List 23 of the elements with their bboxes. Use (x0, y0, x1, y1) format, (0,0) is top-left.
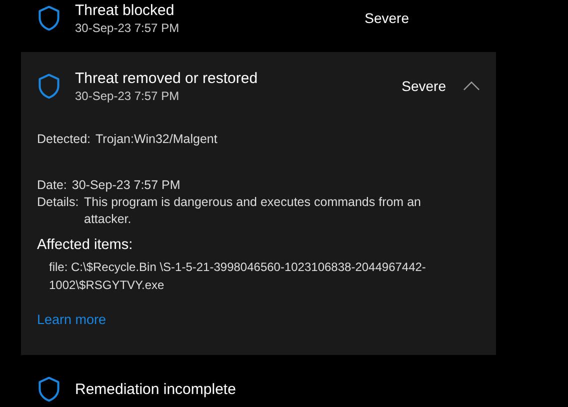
field-label: Details: (37, 194, 79, 211)
threat-row[interactable]: Threat removed or restored 30-Sep-23 7:57 PM Severe (21, 66, 496, 106)
threat-title: Remediation incomplete (75, 380, 237, 398)
threat-row[interactable]: Remediation incomplete (21, 369, 496, 407)
section-heading: Affected items: (37, 236, 134, 255)
field-label: Date: (37, 177, 67, 194)
threat-title: Threat removed or restored (75, 68, 259, 88)
threat-row[interactable]: Threat blocked 30-Sep-23 7:57 PM Severe (21, 0, 496, 38)
field-value: Trojan:Win32/Malgent (96, 131, 218, 148)
shield-icon (37, 73, 61, 99)
severity-label: Severe (364, 10, 409, 26)
shield-icon (37, 5, 61, 31)
threat-date: 30-Sep-23 7:57 PM (75, 88, 180, 104)
threat-date: 30-Sep-23 7:57 PM (75, 20, 180, 36)
severity-label: Severe (402, 78, 446, 94)
field-value: 30-Sep-23 7:57 PM (72, 177, 180, 194)
learn-more-link[interactable]: Learn more (37, 312, 106, 327)
chevron-up-icon[interactable] (463, 81, 480, 91)
file-path: file: C:\$Recycle.Bin \S-1-5-21-3998046560-1023106838-2044967442-1002\$RSGYTVY.exe (48, 259, 427, 294)
field-label: Detected: (37, 131, 91, 148)
shield-icon (37, 376, 61, 402)
field-value: This program is dangerous and executes commands from an attacker. (84, 194, 422, 228)
threat-title: Threat blocked (75, 0, 176, 20)
